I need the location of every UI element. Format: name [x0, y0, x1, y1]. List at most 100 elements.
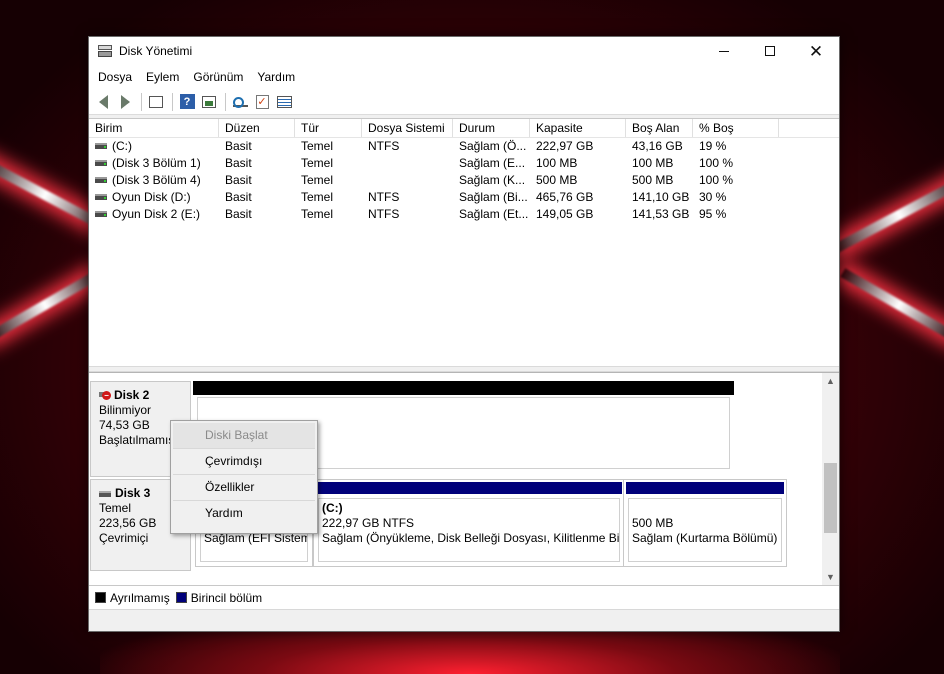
menu-gorunum[interactable]: Görünüm [186, 70, 250, 84]
column-durum[interactable]: Durum [453, 119, 530, 137]
cell-bos-alan: 100 MB [632, 156, 674, 170]
cell-durum: Sağlam (Et... [459, 207, 529, 221]
help-icon: ? [179, 94, 195, 109]
column-kapasite[interactable]: Kapasite [530, 119, 626, 137]
cell-dosya-sistemi: NTFS [368, 190, 400, 204]
scroll-down-icon[interactable]: ▼ [822, 569, 839, 585]
disk-3-name: Disk 3 [115, 486, 151, 500]
scroll-up-icon[interactable]: ▲ [822, 373, 839, 390]
status-bar [89, 609, 839, 631]
help-button[interactable]: ? [177, 92, 197, 112]
toolbar-separator [141, 92, 142, 111]
column-duzen[interactable]: Düzen [219, 119, 295, 137]
cell-tur: Temel [301, 139, 334, 153]
cell-bos-alan: 500 MB [632, 173, 674, 187]
rescan-icon [232, 96, 248, 108]
forward-icon [120, 94, 130, 109]
forward-button[interactable] [115, 92, 135, 112]
cell-dosya-sistemi: NTFS [368, 139, 400, 153]
cell-bos-alan: 141,53 GB [632, 207, 690, 221]
show-pane-button[interactable] [199, 92, 219, 112]
minimize-button[interactable] [701, 37, 747, 65]
cell-durum: Sağlam (Bi... [459, 190, 528, 204]
context-menu-initialize-disk[interactable]: Diski Başlat [173, 423, 315, 449]
drive-icon [95, 210, 107, 217]
cell-tur: Temel [301, 156, 334, 170]
disk-error-icon: − [99, 390, 111, 401]
cell-durum: Sağlam (Ö... [459, 139, 527, 153]
legend-unallocated: Ayrılmamış [95, 591, 170, 605]
partition-c-body: (C:) 222,97 GB NTFS Sağlam (Önyükleme, D… [318, 498, 620, 562]
column-birim[interactable]: Birim [89, 119, 219, 137]
table-row[interactable]: Oyun Disk 2 (E:) Basit Temel NTFS Sağlam… [89, 206, 839, 223]
cell-tur: Temel [301, 190, 334, 204]
cell-duzen: Basit [225, 139, 252, 153]
check-button[interactable]: ✓ [252, 92, 272, 112]
properties-icon [276, 95, 292, 108]
menu-bar: Dosya Eylem Görünüm Yardım [89, 65, 839, 89]
drive-icon [95, 176, 107, 183]
close-button[interactable]: ✕ [793, 37, 839, 65]
rescan-button[interactable] [230, 92, 250, 112]
column-bos-alan[interactable]: Boş Alan [626, 119, 693, 137]
title-bar[interactable]: Disk Yönetimi ✕ [89, 37, 839, 65]
drive-icon [95, 142, 107, 149]
menu-yardim[interactable]: Yardım [250, 70, 302, 84]
cell-birim: (C:) [112, 139, 132, 153]
disk-2-type: Bilinmiyor [99, 403, 152, 417]
legend-bar: Ayrılmamış Birincil bölüm [89, 585, 839, 609]
context-menu-properties[interactable]: Özellikler [173, 475, 315, 501]
cell-duzen: Basit [225, 156, 252, 170]
cell-kapasite: 149,05 GB [536, 207, 594, 221]
back-button[interactable] [93, 92, 113, 112]
graphical-view-scrollbar[interactable]: ▲ ▼ [822, 373, 839, 585]
wallpaper-light-beam [840, 268, 944, 342]
table-row[interactable]: (C:) Basit Temel NTFS Sağlam (Ö... 222,9… [89, 138, 839, 155]
disk-management-icon [97, 44, 113, 58]
partition-c-status: Sağlam (Önyükleme, Disk Belleği Dosyası,… [322, 531, 620, 545]
partition-recovery-status: Sağlam (Kurtarma Bölümü) [632, 531, 778, 545]
primary-partition-bar [626, 482, 784, 494]
table-row[interactable]: Oyun Disk (D:) Basit Temel NTFS Sağlam (… [89, 189, 839, 206]
properties-button[interactable] [274, 92, 294, 112]
context-menu-offline[interactable]: Çevrimdışı [173, 449, 315, 475]
minimize-icon [719, 50, 729, 52]
console-tree-icon [149, 95, 163, 108]
cell-bos-alan: 141,10 GB [632, 190, 690, 204]
cell-birim: (Disk 3 Bölüm 1) [112, 156, 201, 170]
scroll-thumb[interactable] [824, 463, 837, 533]
column-yuzde-bos[interactable]: % Boş [693, 119, 779, 137]
show-pane-icon [202, 95, 216, 108]
toolbar-separator [225, 92, 226, 111]
cell-duzen: Basit [225, 207, 252, 221]
table-row[interactable]: (Disk 3 Bölüm 1) Basit Temel Sağlam (E..… [89, 155, 839, 172]
check-icon: ✓ [255, 94, 269, 109]
partition-recovery-size: 500 MB [632, 516, 674, 530]
legend-unallocated-label: Ayrılmamış [110, 590, 170, 605]
column-dosya-sistemi[interactable]: Dosya Sistemi [362, 119, 453, 137]
partition-recovery[interactable]: 500 MB Sağlam (Kurtarma Bölümü) [623, 479, 787, 567]
menu-eylem[interactable]: Eylem [139, 70, 186, 84]
maximize-button[interactable] [747, 37, 793, 65]
volume-list-header: Birim Düzen Tür Dosya Sistemi Durum Kapa… [89, 119, 839, 138]
cell-dosya-sistemi [362, 155, 453, 172]
disk-2-name: Disk 2 [114, 388, 150, 402]
disk-context-menu: Diski Başlat Çevrimdışı Özellikler Yardı… [170, 420, 318, 534]
console-tree-button[interactable] [146, 92, 166, 112]
partition-c[interactable]: (C:) 222,97 GB NTFS Sağlam (Önyükleme, D… [313, 479, 625, 567]
primary-swatch [175, 592, 187, 603]
cell-tur: Temel [301, 207, 334, 221]
table-row[interactable]: (Disk 3 Bölüm 4) Basit Temel Sağlam (K..… [89, 172, 839, 189]
menu-dosya[interactable]: Dosya [91, 70, 139, 84]
column-tur[interactable]: Tür [295, 119, 362, 137]
cell-yuzde-bos: 100 % [699, 173, 734, 187]
primary-partition-bar [316, 482, 622, 494]
wallpaper-light-beam [830, 175, 944, 255]
cell-yuzde-bos: 19 % [699, 139, 727, 153]
cell-kapasite: 500 MB [536, 173, 578, 187]
context-menu-help[interactable]: Yardım [173, 501, 315, 527]
cell-tur: Temel [301, 173, 334, 187]
drive-icon [95, 159, 107, 166]
partition-c-title: (C:) [322, 501, 343, 515]
cell-yuzde-bos: 95 % [699, 207, 727, 221]
